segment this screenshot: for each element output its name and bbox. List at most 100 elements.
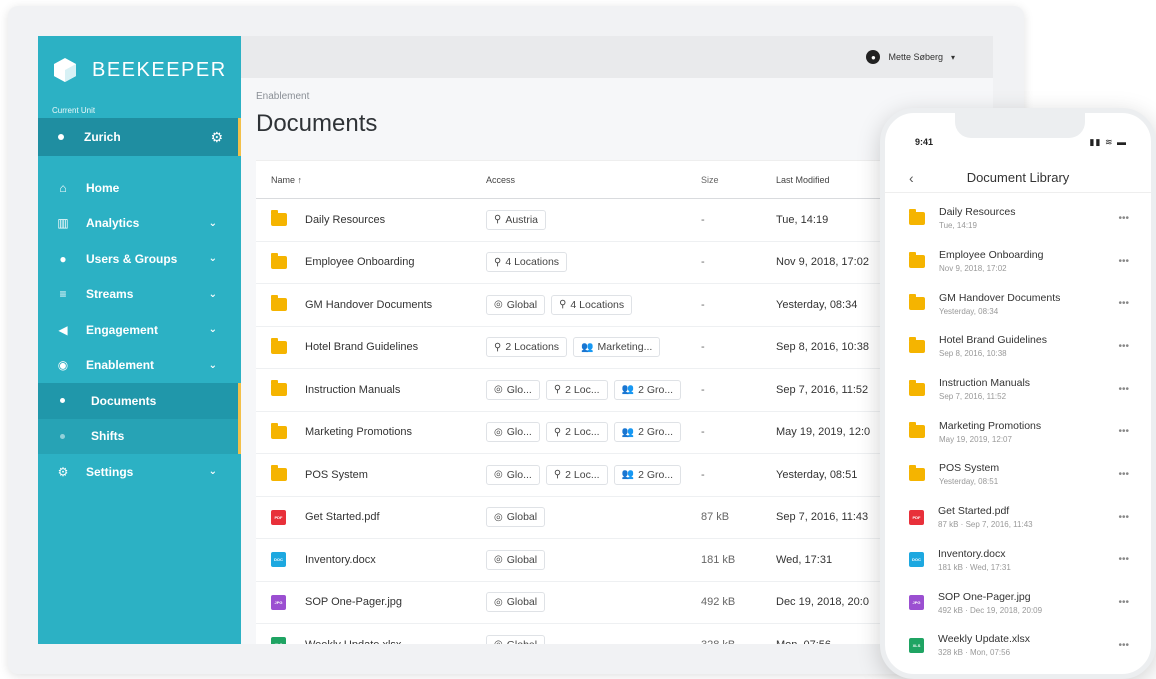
document-name[interactable]: Inventory.docx [305,554,376,566]
sidebar-subitem-shifts[interactable]: Shifts [38,419,241,455]
document-name[interactable]: Weekly Update.xlsx [305,639,401,644]
more-options-icon[interactable]: ••• [1118,554,1129,565]
list-item[interactable]: POS System Yesterday, 08:51 ••• [885,453,1151,496]
access-chip[interactable]: ⚲ 4 Locations [551,294,633,315]
document-name[interactable]: GM Handover Documents [305,299,432,311]
breadcrumb[interactable]: Enablement [256,91,309,102]
back-icon[interactable]: ‹ [909,170,914,186]
location-pin-icon: ⚲ [559,299,567,311]
document-name[interactable]: Employee Onboarding [305,256,414,268]
table-row[interactable]: Daily Resources ⚲ Austria - Tue, 14:19 [256,199,976,242]
access-chip[interactable]: ◎Global [486,294,546,315]
more-options-icon[interactable]: ••• [1118,426,1129,437]
more-options-icon[interactable]: ••• [1118,298,1129,309]
access-chip[interactable]: ⚲ 4 Locations [486,252,568,273]
list-item[interactable]: DOC Inventory.docx 181 kB · Wed, 17:31 ••• [885,539,1151,582]
more-options-icon[interactable]: ••• [1118,213,1129,224]
gear-icon[interactable]: ⚙ [210,129,223,146]
access-chip[interactable]: ◎ Glo... [486,464,540,485]
list-item-text: Employee Onboarding Nov 9, 2018, 17:02 [939,249,1118,273]
list-item[interactable]: JPG SOP One-Pager.jpg 492 kB · Dec 19, 201… [885,581,1151,624]
table-row[interactable]: DOC Inventory.docx ◎ Global 181 kB Wed, 17:31 [256,539,976,582]
chevron-down-icon: ⌄ [208,466,217,478]
brand-logo[interactable]: BEEKEEPER [38,36,241,104]
list-item[interactable]: Instruction Manuals Sep 7, 2016, 11:52 ••• [885,368,1151,411]
more-options-icon[interactable]: ••• [1118,640,1129,651]
access-chip[interactable]: ◎Global [486,592,546,613]
document-name[interactable]: Daily Resources [305,214,385,226]
table-row[interactable]: Employee Onboarding ⚲ 4 Locations - Nov 9, 2… [256,242,976,284]
sidebar-subitem-documents[interactable]: Documents [38,383,241,419]
sidebar-item-analytics[interactable]: ▥ Analytics ⌄ [38,206,241,242]
more-options-icon[interactable]: ••• [1118,341,1129,352]
list-item-name: SOP One-Pager.jpg [938,590,1031,603]
table-row[interactable]: Instruction Manuals ◎ Glo... ⚲ 2 Loc... 👥 2 Gr… [256,369,976,412]
column-access[interactable]: Access [486,175,701,185]
sidebar-item-engagement[interactable]: ◀ Engagement ⌄ [38,312,241,348]
menu-lines-icon: ≡ [59,287,67,302]
sidebar-item-settings[interactable]: ⚙ Settings ⌄ [38,454,241,490]
access-chip[interactable]: ◎ Glo... [486,379,540,400]
document-name[interactable]: Get Started.pdf [305,511,380,523]
more-options-icon[interactable]: ••• [1118,512,1129,523]
more-options-icon[interactable]: ••• [1118,597,1129,608]
list-item[interactable]: GM Handover Documents Yesterday, 08:34 ••• [885,282,1151,325]
sidebar-item-streams[interactable]: ≡ Streams ⌄ [38,277,241,313]
table-row[interactable]: Marketing Promotions ◎ Glo... ⚲ 2 Loc... 👥 2 G… [256,412,976,454]
access-chip[interactable]: ⚲ 2 Locations [486,337,568,358]
column-name[interactable]: Name ↑ [256,175,486,185]
list-item[interactable]: Marketing Promotions May 19, 2019, 12:07 •… [885,410,1151,453]
access-chip[interactable]: 👥 2 Gro... [613,379,682,400]
table-row[interactable]: PDF Get Started.pdf ◎ Global 87 kB Sep 7, 201… [256,497,976,539]
table-body: Daily Resources ⚲ Austria - Tue, 14:19 Employ… [256,199,976,644]
document-name[interactable]: Marketing Promotions [305,426,412,438]
current-unit-name: Zurich [84,130,121,144]
sidebar-item-enablement[interactable]: ◉ Enablement ⌄ [38,348,241,384]
sidebar-item-label: Analytics [86,216,140,231]
more-options-icon[interactable]: ••• [1118,256,1129,267]
table-row[interactable]: JPG SOP One-Pager.jpg ◎ Global 492 kB Dec 19,… [256,582,976,624]
gear-icon: ⚙ [57,464,69,479]
document-name[interactable]: Hotel Brand Guidelines [305,341,418,353]
column-size[interactable]: Size [701,175,776,185]
location-pin-icon: ⚲ [494,214,502,226]
table-row[interactable]: GM Handover Documents ◎ Global ⚲ 4 Locations… [256,284,976,327]
access-chip[interactable]: 👥 Marketing... [573,337,661,358]
current-unit-selector[interactable]: Zurich ⚙ [38,118,241,156]
access-chip[interactable]: ◎ Glo... [486,422,540,443]
access-chip[interactable]: ◎Global [486,634,546,644]
access-chip[interactable]: ⚲ 2 Loc... [545,379,608,400]
cell-size: - [701,256,705,269]
access-chip[interactable]: ⚲ 2 Loc... [545,464,608,485]
avatar[interactable]: ● [866,50,881,64]
cell-name: Marketing Promotions [256,422,486,439]
folder-icon [909,379,925,396]
user-name[interactable]: Mette Søberg [888,52,943,62]
list-item[interactable]: PDF Get Started.pdf 87 kB · Sep 7, 2016, 1… [885,496,1151,539]
sidebar-item-users-groups[interactable]: ● Users & Groups ⌄ [38,241,241,277]
document-name[interactable]: Instruction Manuals [305,384,400,396]
caret-down-icon[interactable]: ▾ [951,53,955,62]
compass-icon: ◉ [57,358,69,373]
list-item[interactable]: Hotel Brand Guidelines Sep 8, 2016, 10:38… [885,325,1151,368]
access-chip[interactable]: ⚲ Austria [486,209,547,230]
access-chip[interactable]: ◎Global [486,549,546,570]
table-row[interactable]: XLSWeekly Update.xlsx◎Global328 kBMon, 0… [256,624,976,644]
document-name[interactable]: POS System [305,469,368,481]
list-item[interactable]: Employee Onboarding Nov 9, 2018, 17:02 ••• [885,240,1151,283]
sidebar-item-home[interactable]: ⌂ Home [38,170,241,206]
more-options-icon[interactable]: ••• [1118,469,1129,480]
access-chip[interactable]: ⚲ 2 Loc... [545,422,608,443]
access-chip[interactable]: ◎Global [486,507,546,528]
access-chip[interactable]: 👥 2 Gro... [613,422,682,443]
list-item[interactable]: Daily Resources Tue, 14:19 ••• [885,197,1151,240]
table-row[interactable]: POS System ◎ Glo... ⚲ 2 Loc... 👥 2 Gro... - Yest… [256,454,976,497]
list-item[interactable]: XLS Weekly Update.xlsx 328 kB · Mon, 07:56… [885,624,1151,667]
table-row[interactable]: Hotel Brand Guidelines ⚲ 2 Locations 👥 Marke… [256,327,976,369]
access-chip[interactable]: 👥 2 Gro... [613,464,682,485]
more-options-icon[interactable]: ••• [1118,384,1129,395]
document-name[interactable]: SOP One-Pager.jpg [305,596,402,608]
globe-icon: ◎ [494,299,503,311]
bar-chart-icon: ▥ [57,216,69,231]
chevron-down-icon: ⌄ [208,253,217,265]
